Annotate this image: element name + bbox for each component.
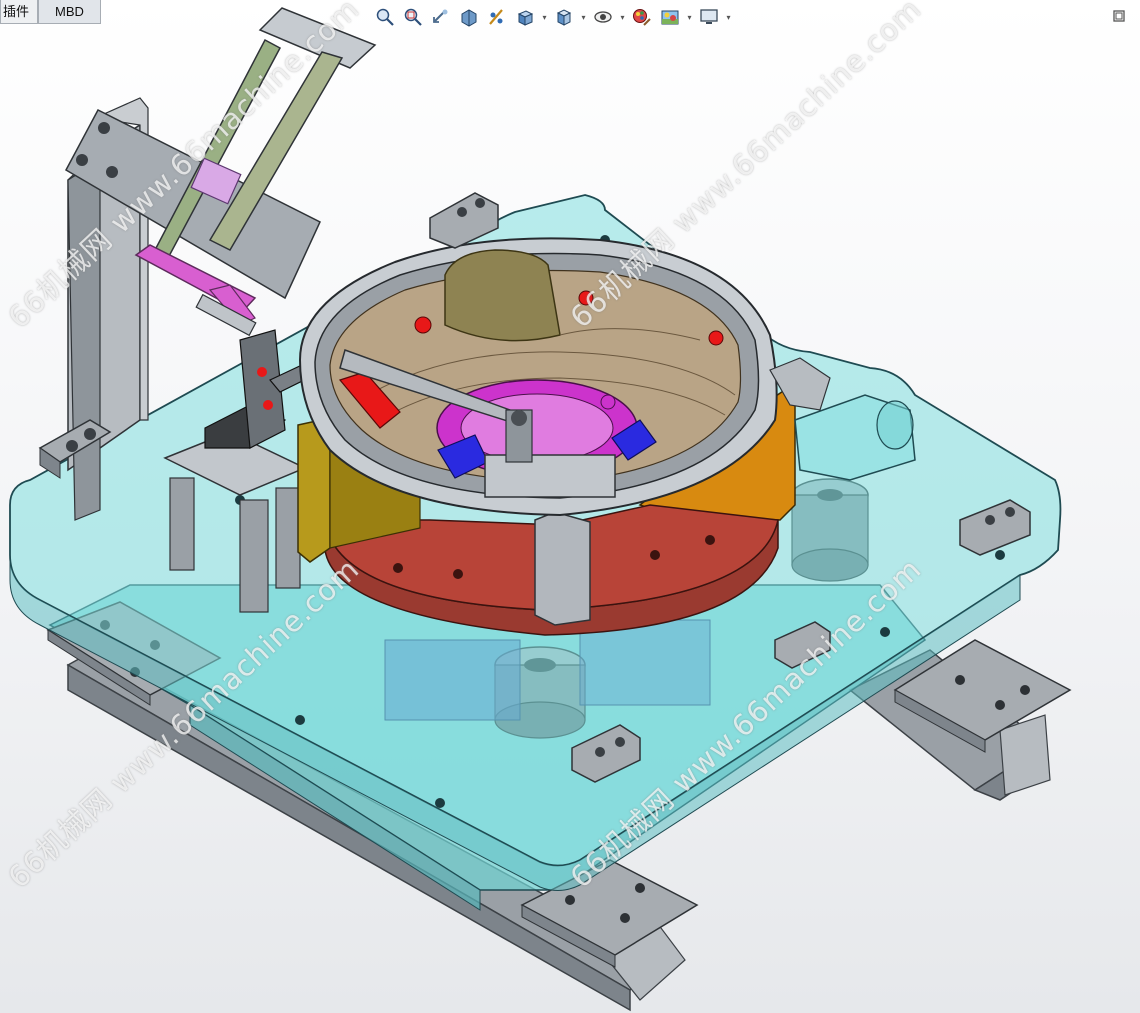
apply-scene-icon[interactable] (657, 5, 683, 29)
model-viewport[interactable] (0, 0, 1140, 1013)
edit-appearance-icon[interactable] (629, 5, 655, 29)
tab-mbd[interactable]: MBD (38, 0, 101, 24)
zoom-to-fit-icon[interactable] (372, 5, 398, 29)
restore-icon (1113, 10, 1125, 22)
display-style-icon[interactable] (551, 5, 577, 29)
chevron-down-icon[interactable]: ▾ (724, 5, 733, 29)
chevron-down-icon[interactable]: ▾ (685, 5, 694, 29)
dynamic-annotation-icon[interactable] (484, 5, 510, 29)
chevron-down-icon[interactable]: ▾ (540, 5, 549, 29)
chevron-down-icon[interactable]: ▾ (579, 5, 588, 29)
restore-window-button[interactable] (1112, 9, 1126, 23)
section-view-icon[interactable] (456, 5, 482, 29)
command-manager-tabs: 插件 MBD (0, 0, 101, 26)
view-settings-icon[interactable] (696, 5, 722, 29)
tab-plugins[interactable]: 插件 (0, 0, 39, 24)
heads-up-view-toolbar: ▾ ▾ ▾ ▾ ▾ (372, 4, 733, 30)
view-orientation-icon[interactable] (512, 5, 538, 29)
zoom-to-area-icon[interactable] (400, 5, 426, 29)
hide-show-items-icon[interactable] (590, 5, 616, 29)
vibratory-bowl (298, 237, 778, 517)
chevron-down-icon[interactable]: ▾ (618, 5, 627, 29)
center-post (534, 511, 591, 626)
previous-view-icon[interactable] (428, 5, 454, 29)
